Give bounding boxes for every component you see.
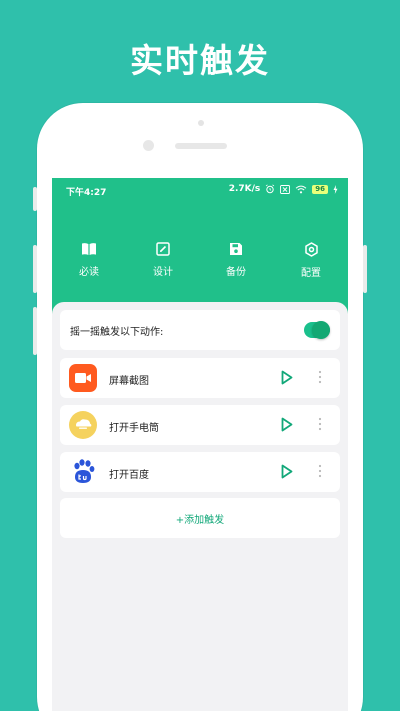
more-options-icon[interactable] <box>318 463 322 479</box>
phone-mute-switch <box>33 187 37 211</box>
baidu-icon <box>69 458 97 486</box>
shake-trigger-label: 摇一摇触发以下动作: <box>70 327 164 338</box>
phone-volume-up <box>33 245 37 293</box>
action-item-flashlight[interactable]: 打开手电筒 <box>60 405 340 445</box>
action-label: 打开手电筒 <box>109 423 159 434</box>
book-icon <box>82 243 96 255</box>
shake-toggle[interactable] <box>304 321 330 339</box>
status-indicators: 2.7K/s 96 <box>229 184 338 194</box>
content-panel: 摇一摇触发以下动作: 屏幕截图 打开手电筒 打开百度 +添加触发 <box>52 302 348 711</box>
play-icon[interactable] <box>281 370 293 385</box>
tab-design[interactable]: 设计 <box>133 242 193 278</box>
phone-power-button <box>363 245 367 293</box>
tab-read[interactable]: 必读 <box>59 242 119 278</box>
nav-tabs: 必读 设计 备份 配置 <box>52 242 348 282</box>
headline: 实时触发 <box>130 41 270 80</box>
flashlight-icon <box>69 411 97 439</box>
app-screen: 下午4:27 2.7K/s 96 必读 设计 备份 配置 摇一摇触发以下动作: … <box>52 178 348 711</box>
tab-design-label: 设计 <box>153 267 173 278</box>
phone-speaker <box>175 143 227 149</box>
phone-volume-down <box>33 307 37 355</box>
shake-trigger-card: 摇一摇触发以下动作: <box>60 310 340 350</box>
settings-icon <box>304 242 318 257</box>
action-item-screenshot[interactable]: 屏幕截图 <box>60 358 340 398</box>
add-trigger-button[interactable]: +添加触发 <box>60 498 340 538</box>
sim-icon <box>280 184 291 194</box>
network-speed: 2.7K/s <box>228 184 261 194</box>
action-label: 屏幕截图 <box>109 376 149 387</box>
tab-backup-label: 备份 <box>226 267 246 278</box>
more-options-icon[interactable] <box>318 369 322 385</box>
tab-config-label: 配置 <box>301 268 321 279</box>
status-time: 下午4:27 <box>66 188 107 198</box>
action-item-baidu[interactable]: 打开百度 <box>60 452 340 492</box>
status-bar: 下午4:27 2.7K/s 96 <box>52 182 348 198</box>
add-trigger-label: +添加触发 <box>175 515 225 526</box>
wifi-icon <box>295 185 307 193</box>
play-icon[interactable] <box>281 417 293 432</box>
charging-icon <box>333 184 338 194</box>
alarm-icon <box>266 184 275 194</box>
phone-sensor <box>198 120 204 126</box>
tab-read-label: 必读 <box>79 267 99 278</box>
battery-level: 96 <box>312 184 328 194</box>
toggle-knob <box>312 321 330 339</box>
action-label: 打开百度 <box>109 470 149 481</box>
edit-icon <box>156 242 170 256</box>
screen-record-icon <box>69 364 97 392</box>
play-icon[interactable] <box>281 464 293 479</box>
more-options-icon[interactable] <box>318 416 322 432</box>
tab-config[interactable]: 配置 <box>281 242 341 279</box>
tab-backup[interactable]: 备份 <box>206 242 266 278</box>
save-icon <box>230 243 242 255</box>
phone-camera <box>143 140 154 151</box>
